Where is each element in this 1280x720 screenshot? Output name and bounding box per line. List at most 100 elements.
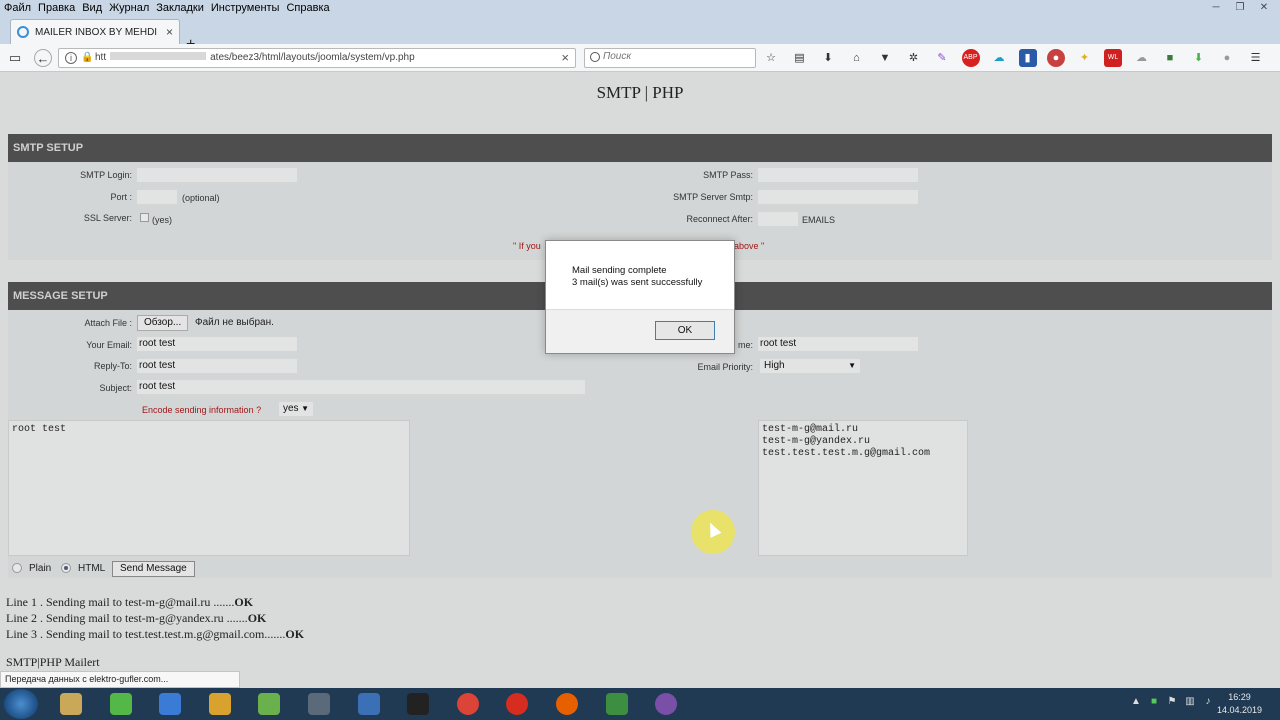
circle-gray-icon[interactable]: ● [1218, 49, 1236, 67]
reply-to-input[interactable]: root test [136, 358, 298, 374]
page-content: SMTP | PHP SMTP SETUP SMTP Login: Port :… [0, 73, 1280, 688]
send-message-button[interactable]: Send Message [112, 561, 195, 577]
tray-arrow-icon[interactable]: ▲ [1130, 696, 1142, 710]
menu-help[interactable]: Справка [286, 2, 329, 14]
alert-dialog: Mail sending complete 3 mail(s) was sent… [545, 240, 735, 354]
info-icon[interactable]: i [65, 52, 77, 64]
reconnect-input[interactable] [757, 211, 799, 227]
taskbar-notepad-icon[interactable] [594, 688, 640, 720]
taskbar-speedometer-icon[interactable] [643, 688, 689, 720]
no-file-text: Файл не выбран. [195, 317, 274, 328]
close-window-icon[interactable]: ✕ [1252, 0, 1276, 16]
taskbar-chrome-icon[interactable] [445, 688, 491, 720]
search-bar[interactable] [584, 48, 756, 68]
tray-volume-icon[interactable]: ♪ [1202, 696, 1214, 710]
cloud-icon[interactable]: ☁ [990, 49, 1008, 67]
back-icon[interactable]: ← [34, 49, 52, 67]
globe-icon[interactable]: ● [1047, 49, 1065, 67]
toolbar-icons: ☆ ▤ ⬇ ⌂ ▼ ✲ ✎ ABP ☁ ▮ ● ✦ WL ☁ ■ ⬇ ● ☰ [762, 49, 1275, 67]
alert-line-2: 3 mail(s) was sent successfully [572, 277, 703, 288]
tools-icon[interactable]: ✲ [905, 49, 923, 67]
taskbar-firefox-icon[interactable] [544, 688, 590, 720]
alert-footer: OK [546, 309, 734, 353]
taskbar-opera-icon[interactable] [494, 688, 540, 720]
smtp-pass-input[interactable] [757, 167, 919, 183]
result-line-3: Line 3 . Sending mail to test.test.test.… [6, 627, 305, 641]
smtp-server-input[interactable] [757, 189, 919, 205]
taskbar-explorer-icon[interactable] [48, 688, 94, 720]
menu-bar: Файл Правка Вид Журнал Закладки Инструме… [0, 0, 1280, 16]
port-input[interactable] [136, 189, 178, 205]
pocket-icon[interactable]: ▼ [876, 49, 894, 67]
smtp-pass-label: SMTP Pass: [703, 170, 753, 180]
cloud-gray-icon[interactable]: ☁ [1133, 49, 1151, 67]
smtp-login-label: SMTP Login: [80, 170, 132, 180]
html-radio[interactable] [61, 563, 71, 573]
taskbar-cmd-icon[interactable] [395, 688, 441, 720]
result-line-1: Line 1 . Sending mail to test-m-g@mail.r… [6, 595, 254, 609]
system-tray: ▲ ■ ⚑ ▥ ♪ [1130, 696, 1220, 710]
plain-radio[interactable] [12, 563, 22, 573]
chevron-down-icon: ▼ [301, 404, 309, 413]
pen-icon[interactable]: ✎ [933, 49, 951, 67]
taskbar-visual-studio-icon[interactable] [147, 688, 193, 720]
encode-select[interactable]: yes ▼ [278, 401, 314, 417]
wl-icon[interactable]: WL [1104, 49, 1122, 67]
maximize-icon[interactable]: ❐ [1228, 0, 1252, 16]
tab-close-icon[interactable]: × [166, 25, 173, 39]
subject-input[interactable]: root test [136, 379, 586, 395]
hamburger-menu-icon[interactable]: ☰ [1247, 49, 1265, 67]
library-icon[interactable]: ▮ [1018, 49, 1037, 67]
taskbar-tool-icon[interactable] [197, 688, 243, 720]
tray-green-icon[interactable]: ■ [1148, 696, 1160, 710]
start-button-icon[interactable] [4, 689, 38, 719]
home-icon[interactable]: ⌂ [848, 49, 866, 67]
reply-to-label: Reply-To: [93, 361, 132, 371]
tray-flag-icon[interactable]: ⚑ [1166, 696, 1178, 710]
clock-date: 14.04.2019 [1216, 705, 1262, 715]
your-email-input[interactable]: root test [136, 336, 298, 352]
your-name-input[interactable]: root test [757, 336, 919, 352]
taskbar-green-app-icon[interactable] [98, 688, 144, 720]
url-bar[interactable]: i 🔒 htt ates/beez3/html/layouts/joomla/sy… [58, 48, 576, 68]
port-note: (optional) [182, 193, 220, 203]
clock[interactable]: 16:29 14.04.2019 [1217, 691, 1262, 717]
tray-network-icon[interactable]: ▥ [1184, 696, 1196, 710]
recipients-textarea[interactable]: test-m-g@mail.ru test-m-g@yandex.ru test… [758, 420, 968, 556]
sidebar-icon[interactable]: ▭ [6, 49, 24, 67]
taskbar-virtualbox-icon[interactable] [296, 688, 342, 720]
menu-history[interactable]: Журнал [109, 2, 149, 14]
lock-extension-icon[interactable]: ■ [1161, 49, 1179, 67]
url-clear-icon[interactable]: × [561, 50, 569, 65]
download-icon[interactable]: ⬇ [819, 49, 837, 67]
menu-view[interactable]: Вид [82, 2, 102, 14]
smtp-login-input[interactable] [136, 167, 298, 183]
nav-bar: ▭ ← i 🔒 htt ates/beez3/html/layouts/jooml… [0, 44, 1280, 72]
reader-icon[interactable]: ▤ [791, 49, 809, 67]
message-body-textarea[interactable]: root test [8, 420, 410, 556]
minimize-icon[interactable]: ─ [1204, 0, 1228, 16]
ok-button[interactable]: OK [655, 321, 715, 340]
browser-tab[interactable]: MAILER INBOX BY MEHDI × [10, 19, 180, 44]
menu-bookmarks[interactable]: Закладки [156, 2, 204, 14]
menu-tools[interactable]: Инструменты [211, 2, 280, 14]
alert-message: Mail sending complete 3 mail(s) was sent… [572, 265, 702, 289]
ssl-checkbox[interactable] [140, 213, 149, 222]
priority-select[interactable]: High ▼ [759, 358, 861, 374]
browse-button[interactable]: Обзор... [137, 315, 189, 331]
search-input[interactable] [603, 51, 751, 62]
puzzle-icon[interactable]: ✦ [1076, 49, 1094, 67]
arrow-down-green-icon[interactable]: ⬇ [1190, 49, 1208, 67]
menu-file[interactable]: Файл [4, 2, 31, 14]
priority-label: Email Priority: [697, 362, 753, 372]
adblock-icon[interactable]: ABP [961, 49, 980, 67]
menu-edit[interactable]: Правка [38, 2, 75, 14]
footer-text: SMTP|PHP Mailert [6, 655, 100, 669]
smtp-warning-right: above " [734, 241, 765, 251]
taskbar-utility-icon[interactable] [246, 688, 292, 720]
taskbar-network-icon[interactable] [346, 688, 392, 720]
smtp-warning-left: " If you [513, 241, 541, 251]
subject-label: Subject: [99, 383, 132, 393]
reconnect-label: Reconnect After: [686, 214, 753, 224]
bookmark-star-icon[interactable]: ☆ [762, 49, 780, 67]
